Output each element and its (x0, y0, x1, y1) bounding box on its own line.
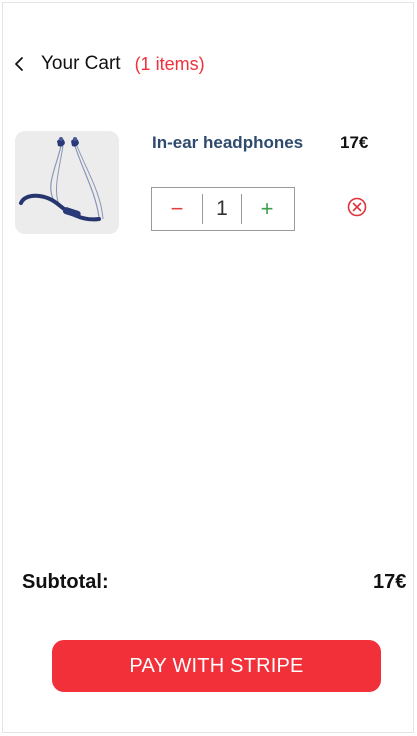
product-image (15, 131, 119, 234)
item-count-badge: (1 items) (134, 53, 205, 74)
product-price: 17€ (340, 133, 369, 152)
headphones-image (19, 137, 104, 222)
app-frame: Your Cart (1 items) In-ear headphones 17… (2, 2, 414, 733)
remove-circle-x-icon (347, 197, 367, 217)
increase-quantity-button[interactable]: + (242, 188, 292, 230)
subtotal-label: Subtotal: (22, 571, 109, 593)
remove-item-button[interactable] (346, 196, 368, 218)
subtotal-value: 17€ (373, 571, 407, 593)
back-button[interactable] (13, 49, 35, 79)
quantity-stepper: − 1 + (151, 187, 295, 231)
quantity-value: 1 (202, 194, 242, 224)
chevron-left-icon (15, 57, 23, 71)
decrease-quantity-button[interactable]: − (152, 188, 202, 230)
cart-header: Your Cart (1 items) (13, 49, 205, 79)
pay-with-stripe-button[interactable]: PAY WITH STRIPE (52, 640, 381, 692)
product-name[interactable]: In-ear headphones (152, 133, 303, 153)
page-title: Your Cart (41, 53, 121, 74)
